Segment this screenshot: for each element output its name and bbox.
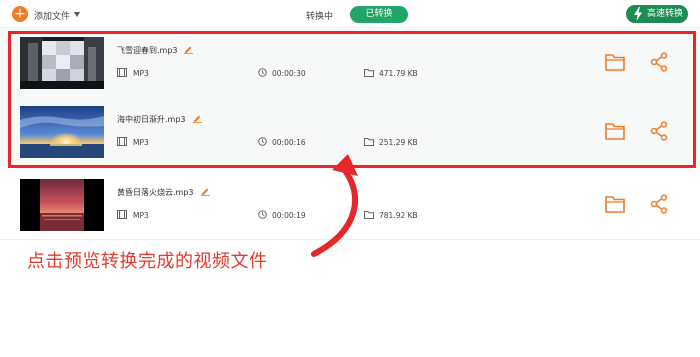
clock-icon: [258, 137, 267, 146]
tab-converting[interactable]: 转换中: [306, 9, 333, 22]
file-name: 飞雪迎春到.mp3: [117, 46, 178, 55]
edit-icon[interactable]: [201, 187, 210, 196]
share-icon[interactable]: [650, 121, 668, 141]
open-folder-icon[interactable]: [605, 122, 625, 140]
file-name: 海中初日渐升.mp3: [117, 115, 186, 124]
tab-converted[interactable]: 已转换: [350, 6, 408, 23]
fast-convert-button[interactable]: 高速转换: [626, 5, 688, 23]
file-row[interactable]: 飞雪迎春到.mp3 MP3 00:00:30 471.79 KB: [0, 28, 700, 98]
video-thumbnail[interactable]: [20, 106, 104, 158]
file-size: 471.79 KB: [379, 69, 418, 78]
folder-size-icon: [364, 69, 374, 77]
fast-convert-label: 高速转换: [647, 9, 684, 19]
file-duration: 00:00:30: [272, 69, 306, 78]
file-format: MP3: [133, 211, 149, 220]
file-size: 251.29 KB: [379, 138, 418, 147]
file-row[interactable]: 海中初日渐升.mp3 MP3 00:00:16 251.29 KB: [0, 97, 700, 167]
film-icon: [117, 68, 127, 77]
file-format: MP3: [133, 138, 149, 147]
folder-size-icon: [364, 138, 374, 146]
film-icon: [117, 210, 127, 219]
edit-icon[interactable]: [193, 114, 202, 123]
film-icon: [117, 137, 127, 146]
file-row[interactable]: 黄昏日落火烧云.mp3 MP3 00:00:19 781.92 KB: [0, 170, 700, 240]
folder-size-icon: [364, 211, 374, 219]
file-size: 781.92 KB: [379, 211, 418, 220]
file-duration: 00:00:19: [272, 211, 306, 220]
annotation-text: 点击预览转换完成的视频文件: [27, 251, 268, 272]
edit-icon[interactable]: [184, 45, 193, 54]
thumbnail-image: [20, 37, 104, 89]
share-icon[interactable]: [650, 194, 668, 214]
file-format: MP3: [133, 69, 149, 78]
thumbnail-image: [20, 179, 104, 231]
file-name: 黄昏日落火烧云.mp3: [117, 188, 194, 197]
open-folder-icon[interactable]: [605, 195, 625, 213]
chevron-down-icon[interactable]: [74, 12, 80, 17]
clock-icon: [258, 68, 267, 77]
clock-icon: [258, 210, 267, 219]
plus-icon: +: [14, 6, 26, 22]
add-file-button[interactable]: +: [12, 6, 28, 22]
add-file-label[interactable]: 添加文件: [34, 9, 70, 22]
toolbar: + 添加文件 转换中 已转换 高速转换: [0, 0, 700, 28]
open-folder-icon[interactable]: [605, 53, 625, 71]
video-thumbnail[interactable]: [20, 37, 104, 89]
file-duration: 00:00:16: [272, 138, 306, 147]
share-icon[interactable]: [650, 52, 668, 72]
lightning-icon: [634, 7, 642, 21]
thumbnail-image: [20, 106, 104, 158]
video-thumbnail[interactable]: [20, 179, 104, 231]
